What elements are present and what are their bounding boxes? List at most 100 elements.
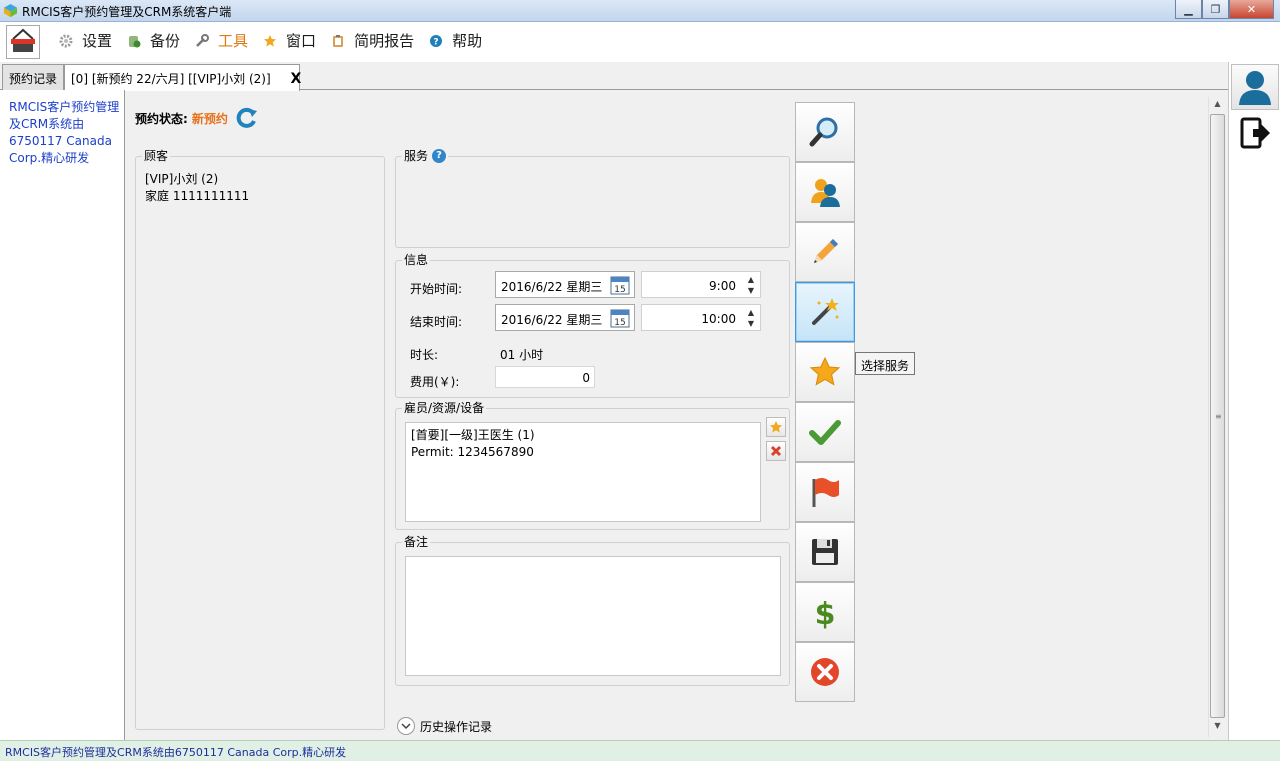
menu-settings[interactable]: 设置 <box>58 30 112 51</box>
fee-label: 费用(￥): <box>410 375 460 389</box>
notes-textarea[interactable] <box>405 556 781 676</box>
status-value: 新预约 <box>191 111 228 126</box>
tab-records[interactable]: 预约记录 <box>2 64 65 90</box>
vertical-scrollbar[interactable]: ▲ ≡ ▼ <box>1208 97 1226 737</box>
tab-records-label: 预约记录 <box>9 72 58 86</box>
start-date-value: 2016/6/22 星期三 <box>501 280 603 294</box>
end-time-value: 10:00 <box>701 312 736 326</box>
fee-input[interactable]: 0 <box>495 366 595 388</box>
customer-icon <box>811 179 840 207</box>
save-icon <box>812 539 838 565</box>
menu-window[interactable]: 窗口 <box>262 30 316 51</box>
fee-value: 0 <box>582 371 590 385</box>
info-legend-text: 信息 <box>404 253 429 267</box>
remove-staff-button[interactable] <box>766 441 786 461</box>
about-line: 及CRM系统由 <box>9 117 85 131</box>
tab-current-appointment[interactable]: [0] [新预约 22/六月] [[VIP]小刘 (2)] X <box>64 64 301 91</box>
window-title: RMCIS客户预约管理及CRM系统客户端 <box>22 5 232 19</box>
user-icon <box>1239 71 1271 105</box>
right-sidebar <box>1228 62 1280 740</box>
service-help-icon[interactable]: ? <box>432 148 447 163</box>
menu-report[interactable]: 简明报告 <box>330 30 414 51</box>
calendar-day-label: 15 <box>614 285 625 295</box>
wrench-icon <box>194 33 210 49</box>
service-group[interactable]: 服务 ? <box>395 147 790 248</box>
start-time-spinner[interactable]: ▲ ▼ <box>744 274 758 296</box>
checkmark-icon <box>809 420 841 445</box>
customer-legend-text: 顾客 <box>144 149 169 163</box>
cancel-icon <box>811 658 839 686</box>
staff-list-item[interactable]: Permit: 1234567890 <box>411 444 755 461</box>
service-legend: 服务 ? <box>402 147 449 164</box>
favorite-button[interactable] <box>795 342 855 402</box>
calendar-icon[interactable]: 15 <box>610 308 630 328</box>
select-service-button[interactable] <box>795 282 855 342</box>
start-date-picker[interactable]: 2016/6/22 星期三 15 <box>495 271 635 298</box>
status-bar: RMCIS客户预约管理及CRM系统由6750117 Canada Corp.精心… <box>0 740 1280 761</box>
menu-backup[interactable]: 备份 <box>126 30 180 51</box>
left-info-pane: RMCIS客户预约管理 及CRM系统由 6750117 Canada Corp.… <box>0 90 125 740</box>
start-time-input[interactable]: 9:00 ▲ ▼ <box>641 271 761 298</box>
restore-button[interactable]: ❐ <box>1202 0 1229 19</box>
customer-button[interactable] <box>795 162 855 222</box>
staff-list-item[interactable]: [首要][一级]王医生 (1) <box>411 427 755 444</box>
scroll-down-arrow[interactable]: ▼ <box>1209 721 1226 735</box>
about-line: 6750117 Canada <box>9 134 112 148</box>
star-icon <box>262 33 278 49</box>
home-button[interactable] <box>6 25 40 59</box>
about-text[interactable]: RMCIS客户预约管理 及CRM系统由 6750117 Canada Corp.… <box>0 90 124 167</box>
chevron-down-icon <box>397 717 415 735</box>
calendar-icon[interactable]: 15 <box>610 275 630 295</box>
history-toggle[interactable]: 历史操作记录 <box>397 717 492 735</box>
user-account-button[interactable] <box>1231 64 1279 110</box>
menu-settings-label: 设置 <box>82 32 113 50</box>
end-time-spinner[interactable]: ▲ ▼ <box>744 307 758 329</box>
tab-current-label: [0] [新预约 22/六月] [[VIP]小刘 (2)] <box>71 72 271 86</box>
about-line: Corp.精心研发 <box>9 151 90 165</box>
cancel-appointment-button[interactable] <box>795 642 855 702</box>
status-bar-text: RMCIS客户预约管理及CRM系统由6750117 Canada Corp.精心… <box>5 746 347 759</box>
svg-text:$: $ <box>815 597 836 629</box>
scroll-up-arrow[interactable]: ▲ <box>1209 99 1226 113</box>
tab-close-button[interactable]: X <box>290 71 301 87</box>
menu-bar: 设置 备份 工具 窗口 简明报告 ? 帮助 <box>0 22 1280 62</box>
scroll-grip-icon: ≡ <box>1215 412 1222 421</box>
refresh-icon[interactable] <box>236 107 258 129</box>
menu-tools[interactable]: 工具 <box>194 30 248 51</box>
customer-group: 顾客 [VIP]小刘 (2) 家庭 1111111111 <box>135 147 385 730</box>
basket-icon <box>11 28 35 52</box>
duration-value: 01 小时 <box>500 348 544 362</box>
history-label: 历史操作记录 <box>420 719 493 734</box>
minimize-button[interactable]: ▁ <box>1175 0 1202 19</box>
flag-button[interactable] <box>795 462 855 522</box>
menu-help[interactable]: ? 帮助 <box>428 30 482 51</box>
pencil-icon <box>814 239 838 263</box>
save-button[interactable] <box>795 522 855 582</box>
staff-legend-text: 雇员/资源/设备 <box>404 401 485 415</box>
help-icon: ? <box>428 33 444 49</box>
dollar-icon: $ <box>815 597 836 629</box>
menu-backup-label: 备份 <box>150 32 181 50</box>
star-icon <box>809 356 841 386</box>
logout-icon[interactable] <box>1239 116 1271 150</box>
start-time-value: 9:00 <box>709 279 736 293</box>
end-time-input[interactable]: 10:00 ▲ ▼ <box>641 304 761 331</box>
clipboard-icon <box>330 33 346 49</box>
search-button[interactable] <box>795 102 855 162</box>
staff-list[interactable]: [首要][一级]王医生 (1) Permit: 1234567890 <box>405 422 761 522</box>
start-time-label: 开始时间: <box>410 282 463 296</box>
confirm-button[interactable] <box>795 402 855 462</box>
payment-button[interactable]: $ <box>795 582 855 642</box>
info-group: 信息 开始时间: 2016/6/22 星期三 15 9:00 ▲ ▼ 结束时间: … <box>395 251 790 398</box>
scroll-thumb[interactable]: ≡ <box>1210 114 1225 718</box>
customer-info[interactable]: [VIP]小刘 (2) 家庭 1111111111 <box>145 171 249 205</box>
set-primary-staff-button[interactable] <box>766 417 786 437</box>
close-window-button[interactable]: ✕ <box>1229 0 1274 19</box>
magic-wand-icon <box>812 298 839 325</box>
customer-name: [VIP]小刘 (2) <box>145 172 219 186</box>
calendar-day-label: 15 <box>614 318 625 328</box>
edit-button[interactable] <box>795 222 855 282</box>
app-logo-icon <box>3 3 18 18</box>
end-date-picker[interactable]: 2016/6/22 星期三 15 <box>495 304 635 331</box>
menu-help-label: 帮助 <box>452 32 483 50</box>
